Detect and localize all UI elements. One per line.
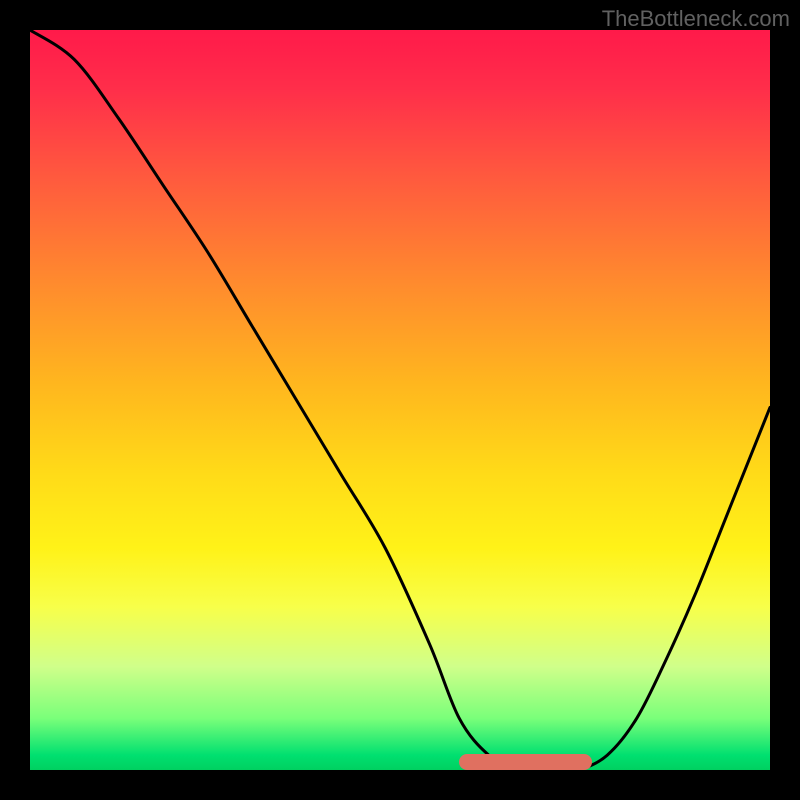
plot-area	[30, 30, 770, 770]
watermark-text: TheBottleneck.com	[602, 6, 790, 32]
curve-svg	[30, 30, 770, 770]
chart-container: TheBottleneck.com	[0, 0, 800, 800]
optimal-range-marker	[459, 754, 592, 770]
bottleneck-curve	[30, 30, 770, 770]
